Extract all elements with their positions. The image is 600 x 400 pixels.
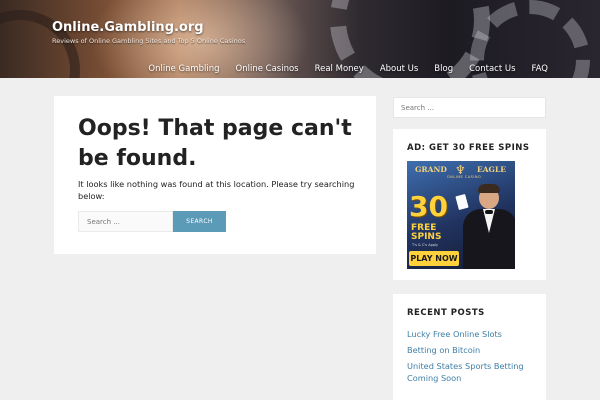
recent-posts-title: RECENT POSTS <box>407 308 485 318</box>
ad-logo-text: GRAND <box>415 165 447 174</box>
nav-item-online-casinos[interactable]: Online Casinos <box>236 64 299 74</box>
site-description: Reviews of Online Gambling Sites and Top… <box>52 37 246 45</box>
bowtie-icon <box>485 210 493 214</box>
ad-logo-subtext: ONLINE CASINO <box>447 175 482 179</box>
ad-banner[interactable]: GRAND ♆ EAGLE ONLINE CASINO 30 FREE SPIN… <box>407 161 515 269</box>
recent-post-link[interactable]: United States Sports Betting Coming Soon <box>407 360 537 384</box>
play-now-button[interactable]: PLAY NOW <box>409 251 459 266</box>
sidebar-search-input[interactable] <box>393 97 546 118</box>
recent-post-link[interactable]: Betting on Bitcoin <box>407 344 537 356</box>
not-found-message: It looks like nothing was found at this … <box>78 179 355 201</box>
search-button[interactable]: SEARCH <box>173 211 226 232</box>
ad-widget-title: AD: GET 30 FREE SPINS <box>407 143 530 153</box>
ad-spins-number: 30 <box>409 190 448 223</box>
nav-item-faq[interactable]: FAQ <box>532 64 548 74</box>
nav-item-contact-us[interactable]: Contact Us <box>469 64 515 74</box>
nav-item-real-money[interactable]: Real Money <box>315 64 364 74</box>
site-header: Online.Gambling.org Reviews of Online Ga… <box>0 0 600 78</box>
main-navigation: Online Gambling Online Casinos Real Mone… <box>148 64 548 74</box>
recent-post-link[interactable]: Lucky Free Online Slots <box>407 328 537 340</box>
nav-item-blog[interactable]: Blog <box>434 64 453 74</box>
ad-widget: AD: GET 30 FREE SPINS GRAND ♆ EAGLE ONLI… <box>393 129 546 280</box>
search-form: SEARCH <box>78 211 226 232</box>
ad-terms-text: T's & C's Apply <box>412 243 439 247</box>
ad-spins-text: SPINS <box>411 232 442 242</box>
ad-person-hair <box>478 184 500 193</box>
nav-item-about-us[interactable]: About Us <box>380 64 418 74</box>
nav-item-online-gambling[interactable]: Online Gambling <box>148 64 219 74</box>
recent-posts-list: Lucky Free Online Slots Betting on Bitco… <box>407 328 537 388</box>
recent-posts-widget: RECENT POSTS Lucky Free Online Slots Bet… <box>393 294 546 400</box>
page-title: Oops! That page can't be found. <box>78 116 352 171</box>
not-found-panel: Oops! That page can't be found. It looks… <box>54 96 376 254</box>
playing-card-graphic <box>455 193 469 211</box>
search-input[interactable] <box>78 211 173 232</box>
ad-logo-text: EAGLE <box>477 165 506 174</box>
site-title[interactable]: Online.Gambling.org <box>52 20 204 35</box>
